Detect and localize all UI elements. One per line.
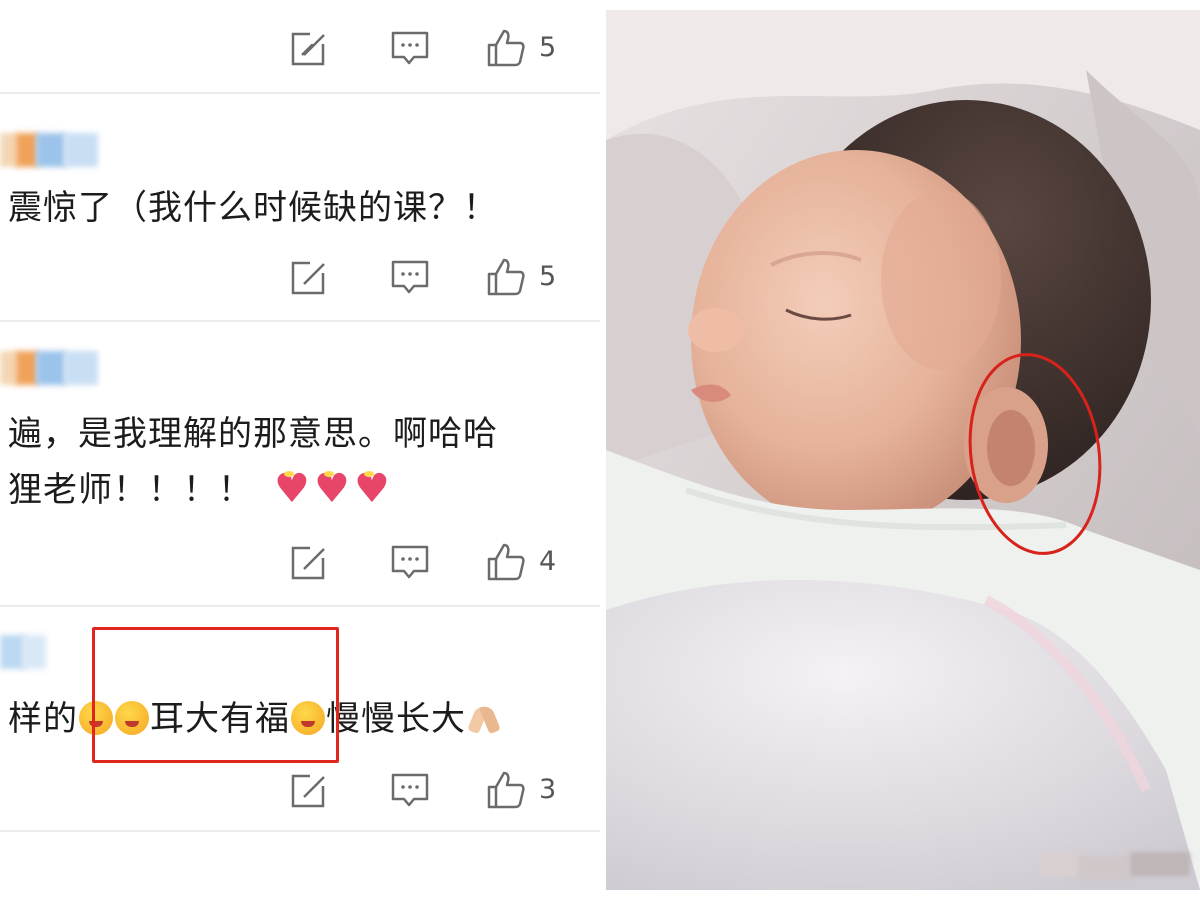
edit-square-icon[interactable] <box>290 252 328 302</box>
like-button[interactable]: 5 <box>485 23 556 73</box>
divider <box>0 320 600 322</box>
blurred-watermark <box>1030 840 1200 890</box>
baby-photo-illustration <box>606 10 1200 890</box>
comment-actions: 4 <box>280 537 580 587</box>
chat-bubble-icon[interactable] <box>390 23 430 73</box>
heart-emoji-icon <box>312 467 351 511</box>
comment-text: 震惊了（我什么时候缺的课？！ <box>8 188 498 228</box>
divider <box>0 92 600 94</box>
like-count: 3 <box>539 774 557 805</box>
divider <box>0 830 600 832</box>
comment-text: 遍，是我理解的那意思。啊哈哈 <box>8 414 498 454</box>
comment-actions: 5 <box>280 23 580 73</box>
edit-square-icon[interactable] <box>290 537 328 587</box>
thumbs-up-icon <box>487 258 525 296</box>
edit-square-icon[interactable] <box>290 765 328 815</box>
like-button[interactable]: 3 <box>485 765 556 815</box>
comment-text: 狸老师！！！！ <box>8 470 253 510</box>
like-count: 5 <box>539 32 557 63</box>
like-button[interactable]: 5 <box>485 252 556 302</box>
thumbs-up-icon <box>487 29 525 67</box>
heart-emoji-icon <box>352 467 391 511</box>
baby-photo <box>606 10 1200 890</box>
like-count: 4 <box>539 546 557 577</box>
chat-bubble-icon[interactable] <box>390 537 430 587</box>
comment-actions: 5 <box>280 252 580 302</box>
chat-bubble-icon[interactable] <box>390 252 430 302</box>
praying-hands-emoji-icon <box>466 701 502 735</box>
comment-feed: 5 震惊了（我什么时候缺的课？！ 5 遍，是我理解的那意思。啊哈哈 狸老师！！！… <box>0 0 600 900</box>
comment-text: 样的 <box>8 699 78 739</box>
like-count: 5 <box>539 261 557 292</box>
comment-text-line2: 狸老师！！！！ <box>8 467 391 512</box>
blurred-username <box>0 133 100 167</box>
comment-text: 慢慢长大 <box>326 699 466 739</box>
divider <box>0 605 600 607</box>
chat-bubble-icon[interactable] <box>390 765 430 815</box>
like-button[interactable]: 4 <box>485 537 556 587</box>
thumbs-up-icon <box>487 771 525 809</box>
comment-actions: 3 <box>280 765 580 815</box>
heart-emoji-icon <box>272 467 311 511</box>
highlight-box <box>92 627 339 763</box>
blurred-username <box>0 635 50 669</box>
edit-square-icon[interactable] <box>290 23 328 73</box>
blurred-username <box>0 351 100 385</box>
thumbs-up-icon <box>487 543 525 581</box>
